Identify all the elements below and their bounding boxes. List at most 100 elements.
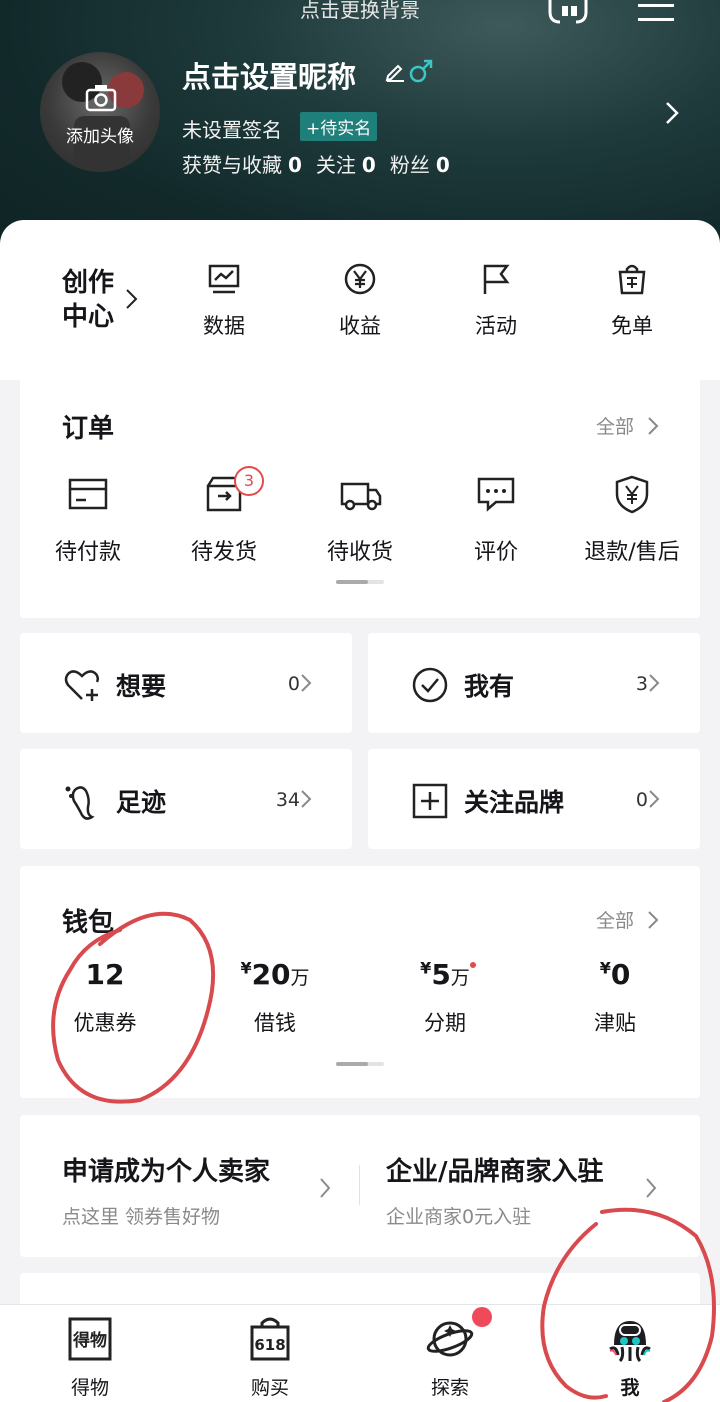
want-count: 0 bbox=[287, 673, 300, 695]
orders-title: 订单 bbox=[62, 414, 115, 444]
change-background-hint[interactable]: 点击更换背景 bbox=[0, 0, 720, 23]
nav-me[interactable]: 我 bbox=[540, 1315, 720, 1400]
shopping-bag-618-icon: 618 bbox=[250, 1317, 290, 1361]
chevron-right-icon bbox=[648, 416, 659, 435]
edit-icon[interactable] bbox=[384, 60, 406, 82]
wallet-loan[interactable]: ¥20万 借钱 bbox=[190, 958, 360, 1037]
planet-icon bbox=[426, 1321, 474, 1357]
menu-icon[interactable] bbox=[636, 0, 676, 24]
footprint-icon bbox=[65, 786, 95, 820]
business-seller-entry[interactable]: 企业/品牌商家入驻 企业商家0元入驻 bbox=[386, 1151, 604, 1229]
personal-seller-subtitle: 点这里 领券售好物 bbox=[62, 1206, 221, 1228]
yen-coin-icon bbox=[344, 263, 376, 295]
order-pending-payment[interactable]: 待付款 bbox=[20, 474, 156, 566]
nav-dewu-label: 得物 bbox=[70, 1377, 109, 1399]
nav-explore-label: 探索 bbox=[430, 1377, 469, 1399]
stat-fans-label[interactable]: 粉丝 bbox=[390, 153, 430, 177]
order-refund-label: 退款/售后 bbox=[584, 540, 680, 565]
wallet-coupons[interactable]: 12 优惠券 bbox=[20, 958, 190, 1037]
wallet-all-link[interactable]: 全部 bbox=[596, 906, 660, 933]
stat-likes-value[interactable]: 0 bbox=[288, 153, 302, 177]
profile-octopus-icon bbox=[609, 1321, 651, 1363]
installment-label: 分期 bbox=[424, 1011, 466, 1035]
nav-dewu[interactable]: 得物 得物 bbox=[0, 1315, 180, 1400]
order-review-label: 评价 bbox=[473, 540, 518, 565]
creator-activity-button[interactable]: 活动 bbox=[446, 262, 546, 340]
allowance-value: 0 bbox=[610, 958, 631, 991]
pending-shipment-badge: 3 bbox=[234, 466, 264, 496]
creator-free-button[interactable]: 免单 bbox=[582, 262, 682, 340]
camera-icon bbox=[85, 85, 117, 112]
creator-center-card: 创作 中心 数据 收益 活动 免单 bbox=[0, 220, 720, 380]
chevron-right-icon[interactable] bbox=[318, 1177, 332, 1199]
flag-icon bbox=[483, 264, 510, 294]
have-label: 我有 bbox=[464, 672, 515, 701]
order-refund[interactable]: 退款/售后 bbox=[564, 474, 700, 566]
nav-buy[interactable]: 618 购买 bbox=[180, 1315, 360, 1400]
order-pending-shipment[interactable]: 3 待发货 bbox=[156, 466, 292, 566]
allowance-label: 津贴 bbox=[594, 1011, 636, 1035]
have-count: 3 bbox=[635, 673, 648, 695]
wallet-allowance[interactable]: ¥0 津贴 bbox=[530, 958, 700, 1037]
installment-notice-dot bbox=[470, 962, 476, 968]
chart-icon bbox=[208, 264, 240, 294]
order-pending-payment-label: 待付款 bbox=[54, 540, 121, 565]
wallet-title: 钱包 bbox=[62, 908, 115, 938]
avatar-image bbox=[62, 62, 144, 172]
business-seller-subtitle: 企业商家0元入驻 bbox=[386, 1206, 532, 1228]
followed-brands-tile[interactable]: 关注品牌 0 bbox=[368, 749, 700, 849]
creator-center-link[interactable]: 创作 中心 bbox=[62, 266, 118, 334]
business-seller-title: 企业/品牌商家入驻 bbox=[386, 1157, 604, 1187]
order-review[interactable]: 评价 bbox=[428, 474, 564, 566]
dewu-icon: 得物 bbox=[68, 1317, 112, 1361]
stat-likes-label[interactable]: 获赞与收藏 bbox=[182, 153, 282, 177]
chevron-right-icon[interactable] bbox=[644, 1177, 658, 1199]
have-tile[interactable]: 我有 3 bbox=[368, 633, 700, 733]
coupons-label: 优惠券 bbox=[73, 1011, 137, 1035]
order-pending-shipment-label: 待发货 bbox=[190, 540, 257, 565]
shield-yen-icon bbox=[615, 475, 649, 514]
orders-all-label: 全部 bbox=[595, 416, 634, 438]
creator-activity-label: 活动 bbox=[475, 314, 517, 338]
orders-all-link[interactable]: 全部 bbox=[596, 412, 660, 439]
want-label: 想要 bbox=[116, 672, 167, 701]
personal-seller-entry[interactable]: 申请成为个人卖家 点这里 领券售好物 bbox=[62, 1151, 270, 1229]
installment-value: 5 bbox=[431, 958, 451, 991]
installment-unit: 万 bbox=[450, 967, 470, 989]
male-gender-icon bbox=[409, 59, 433, 83]
free-bag-icon bbox=[618, 264, 646, 295]
wallet-scroll-indicator bbox=[336, 1062, 384, 1066]
scan-icon[interactable] bbox=[546, 0, 590, 26]
creator-income-button[interactable]: 收益 bbox=[310, 262, 410, 340]
personal-seller-title: 申请成为个人卖家 bbox=[62, 1157, 271, 1187]
creator-data-button[interactable]: 数据 bbox=[174, 262, 274, 340]
footprint-tile[interactable]: 足迹 34 bbox=[20, 749, 352, 849]
chevron-right-icon bbox=[301, 674, 312, 692]
chevron-right-icon[interactable] bbox=[124, 288, 140, 310]
want-tile[interactable]: 想要 0 bbox=[20, 633, 352, 733]
stat-following-label[interactable]: 关注 bbox=[316, 153, 356, 177]
profile-stats: 获赞与收藏 0 关注 0 粉丝 0 bbox=[182, 149, 464, 178]
chevron-right-icon[interactable] bbox=[662, 100, 682, 126]
divider bbox=[359, 1165, 360, 1205]
creator-title-line1: 创作 bbox=[62, 268, 115, 298]
svg-text:得物: 得物 bbox=[72, 1330, 107, 1351]
orders-scroll-indicator bbox=[336, 580, 384, 584]
stat-fans-value[interactable]: 0 bbox=[436, 153, 450, 177]
loan-unit: 万 bbox=[290, 967, 310, 989]
wallet-installment[interactable]: ¥5万 分期 bbox=[360, 958, 530, 1037]
truck-icon bbox=[340, 482, 382, 511]
wallet-all-label: 全部 bbox=[595, 910, 634, 932]
installment-currency: ¥ bbox=[420, 958, 432, 978]
signature[interactable]: 未设置签名 bbox=[182, 114, 282, 143]
comment-icon bbox=[477, 477, 515, 512]
stat-following-value[interactable]: 0 bbox=[362, 153, 376, 177]
order-pending-receipt[interactable]: 待收货 bbox=[292, 474, 428, 566]
nav-explore[interactable]: 探索 bbox=[360, 1315, 540, 1400]
creator-data-label: 数据 bbox=[203, 314, 245, 338]
chevron-right-icon bbox=[301, 790, 312, 808]
nickname[interactable]: 点击设置昵称 bbox=[182, 54, 356, 96]
avatar[interactable]: 添加头像 bbox=[40, 52, 160, 172]
realname-badge[interactable]: +待实名 bbox=[300, 112, 378, 141]
creator-income-label: 收益 bbox=[339, 314, 381, 338]
